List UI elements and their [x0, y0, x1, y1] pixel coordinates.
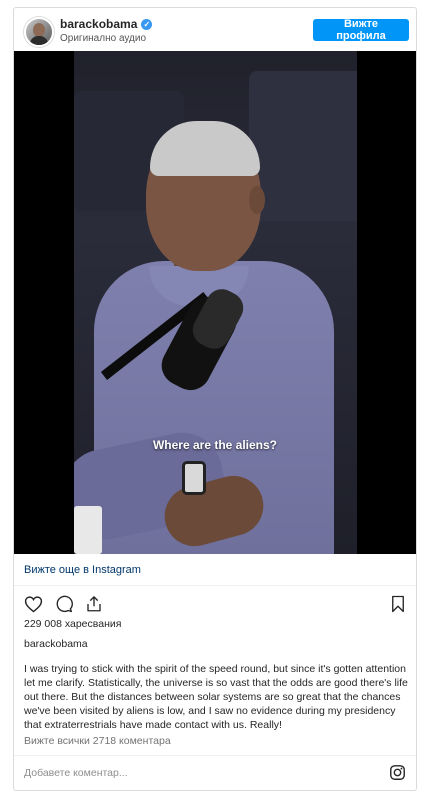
post-header: barackobama ✓ Оригинално аудио Вижте про… [14, 8, 416, 51]
username-row: barackobama ✓ [60, 17, 153, 31]
username-link[interactable]: barackobama [60, 17, 137, 31]
likes-count[interactable]: 229 008 харесвания [24, 618, 121, 630]
speaker-ear [249, 186, 265, 214]
backdrop-panel [249, 71, 357, 221]
divider [14, 755, 416, 756]
video-frame [74, 51, 357, 554]
post-video[interactable]: Where are the aliens? [14, 51, 416, 554]
comment-icon[interactable] [55, 595, 73, 613]
avatar[interactable] [24, 17, 54, 47]
avatar-body [30, 36, 48, 45]
wristwatch [182, 461, 206, 495]
divider [14, 585, 416, 586]
video-subtitle: Where are the aliens? [152, 438, 278, 452]
add-comment-input[interactable]: Добавете коментар... [24, 767, 128, 779]
view-all-comments-link[interactable]: Вижте всички 2718 коментара [24, 735, 171, 747]
instagram-icon[interactable] [389, 764, 406, 786]
caption-username[interactable]: barackobama [24, 638, 88, 650]
audio-subtitle[interactable]: Оригинално аудио [60, 33, 146, 44]
verified-badge-icon: ✓ [141, 18, 153, 30]
share-icon[interactable] [85, 595, 103, 613]
heart-icon[interactable] [24, 595, 43, 613]
view-profile-button[interactable]: Вижте профила [313, 18, 409, 42]
bookmark-icon[interactable] [390, 595, 406, 613]
cup [74, 506, 102, 554]
avatar-face [33, 23, 45, 37]
caption-text: I was trying to stick with the spirit of… [24, 663, 408, 731]
action-bar [24, 595, 103, 613]
instagram-embed-card: barackobama ✓ Оригинално аудио Вижте про… [13, 7, 417, 791]
view-more-link[interactable]: Вижте още в Instagram [24, 564, 141, 576]
